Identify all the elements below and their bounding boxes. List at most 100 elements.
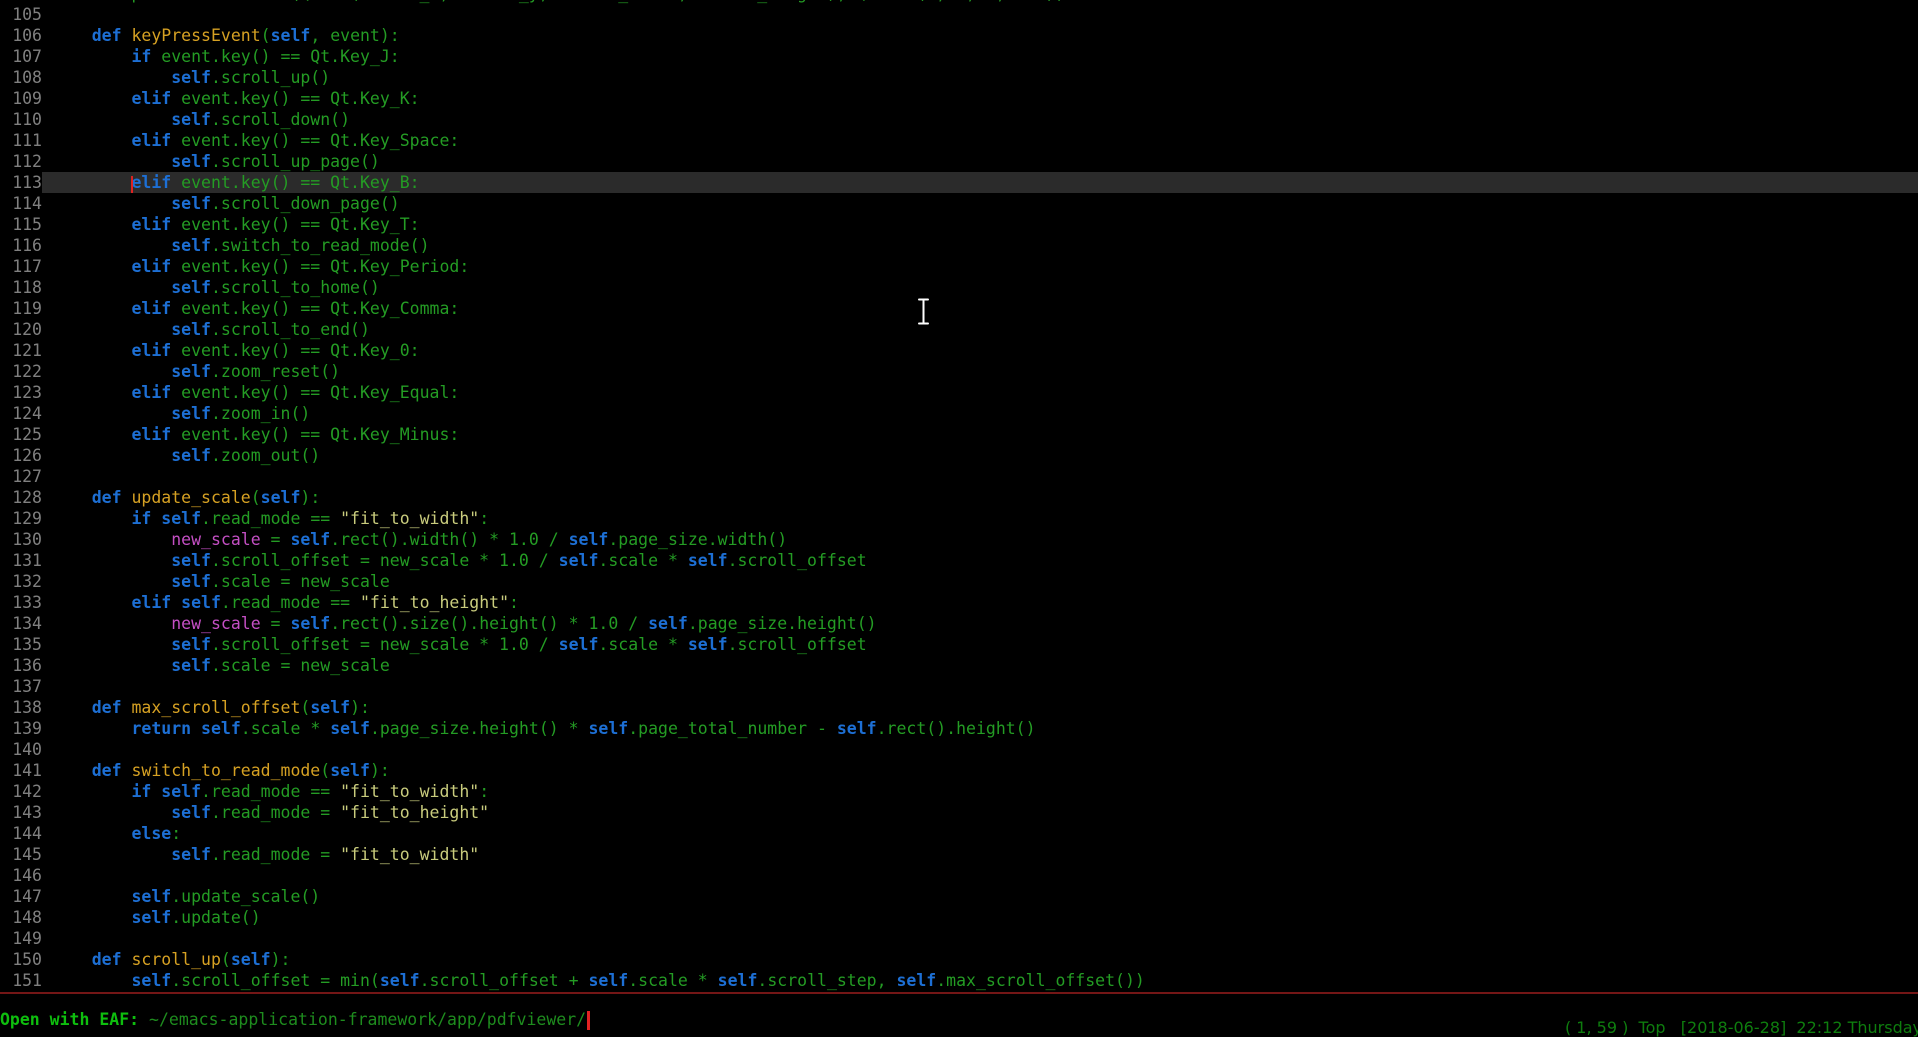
code-line-text (42, 865, 1918, 886)
code-line[interactable]: 114 self.scroll_down_page() (0, 193, 1918, 214)
line-number: 120 (0, 319, 42, 340)
code-line[interactable]: 137 (0, 676, 1918, 697)
line-number: 122 (0, 361, 42, 382)
code-line[interactable]: 136 self.scale = new_scale (0, 655, 1918, 676)
code-line[interactable]: 144 else: (0, 823, 1918, 844)
code-line[interactable]: 150 def scroll_up(self): (0, 949, 1918, 970)
code-line[interactable]: 139 return self.scale * self.page_size.h… (0, 718, 1918, 739)
code-line-text: elif event.key() == Qt.Key_0: (42, 340, 1918, 361)
code-line[interactable]: 119 elif event.key() == Qt.Key_Comma: (0, 298, 1918, 319)
code-line[interactable]: 146 (0, 865, 1918, 886)
code-line[interactable]: 135 self.scroll_offset = new_scale * 1.0… (0, 634, 1918, 655)
code-line-text: self.scroll_to_home() (42, 277, 1918, 298)
code-line[interactable]: 125 elif event.key() == Qt.Key_Minus: (0, 424, 1918, 445)
code-line-text: if self.read_mode == "fit_to_width": (42, 781, 1918, 802)
code-line[interactable]: 133 elif self.read_mode == "fit_to_heigh… (0, 592, 1918, 613)
code-line[interactable]: 130 new_scale = self.rect().width() * 1.… (0, 529, 1918, 550)
line-number: 110 (0, 109, 42, 130)
line-number: 118 (0, 277, 42, 298)
code-line[interactable]: 141 def switch_to_read_mode(self): (0, 760, 1918, 781)
minibuffer-line: Open with EAF: ~/emacs-application-frame… (0, 1009, 590, 1031)
code-line-text: self.update() (42, 907, 1918, 928)
minibuffer[interactable]: Open with EAF: ~/emacs-application-frame… (0, 994, 1918, 1037)
code-line[interactable]: 149 (0, 928, 1918, 949)
code-line[interactable]: 116 self.switch_to_read_mode() (0, 235, 1918, 256)
line-number: 137 (0, 676, 42, 697)
code-line-text: if self.read_mode == "fit_to_width": (42, 508, 1918, 529)
line-number: 135 (0, 634, 42, 655)
line-number: 105 (0, 4, 42, 25)
code-line[interactable]: 107 if event.key() == Qt.Key_J: (0, 46, 1918, 67)
code-line[interactable]: 151 self.scroll_offset = min(self.scroll… (0, 970, 1918, 991)
line-number: 123 (0, 382, 42, 403)
code-line[interactable]: 128 def update_scale(self): (0, 487, 1918, 508)
code-line[interactable]: 127 (0, 466, 1918, 487)
code-line[interactable]: 108 self.scroll_up() (0, 67, 1918, 88)
code-line-text: self.scroll_down() (42, 109, 1918, 130)
code-line[interactable]: 113 elif event.key() == Qt.Key_B: (0, 172, 1918, 193)
code-line-text: elif event.key() == Qt.Key_Comma: (42, 298, 1918, 319)
line-number: 150 (0, 949, 42, 970)
line-number: 149 (0, 928, 42, 949)
code-line-text: def keyPressEvent(self, event): (42, 25, 1918, 46)
code-line[interactable]: 138 def max_scroll_offset(self): (0, 697, 1918, 718)
line-number: 109 (0, 88, 42, 109)
line-number: 130 (0, 529, 42, 550)
code-line-text (42, 739, 1918, 760)
line-number: 116 (0, 235, 42, 256)
code-line-text: self.update_scale() (42, 886, 1918, 907)
code-line-text: if event.key() == Qt.Key_J: (42, 46, 1918, 67)
code-line-text: self.scroll_offset = min(self.scroll_off… (42, 970, 1918, 991)
code-line[interactable]: 120 self.scroll_to_end() (0, 319, 1918, 340)
code-line-text: self.read_mode = "fit_to_height" (42, 802, 1918, 823)
line-number: 113 (0, 172, 42, 193)
line-number: 139 (0, 718, 42, 739)
code-buffer[interactable]: painter.drawRect(QRect(render_x, render_… (0, 0, 1918, 991)
minibuffer-text-cursor (587, 1011, 590, 1030)
code-line[interactable]: 126 self.zoom_out() (0, 445, 1918, 466)
code-line[interactable]: 121 elif event.key() == Qt.Key_0: (0, 340, 1918, 361)
code-line[interactable]: 118 self.scroll_to_home() (0, 277, 1918, 298)
code-line[interactable]: 131 self.scroll_offset = new_scale * 1.0… (0, 550, 1918, 571)
code-line[interactable]: 129 if self.read_mode == "fit_to_width": (0, 508, 1918, 529)
code-line-text: self.scale = new_scale (42, 655, 1918, 676)
line-number: 144 (0, 823, 42, 844)
code-line[interactable]: 134 new_scale = self.rect().size().heigh… (0, 613, 1918, 634)
code-line-text: self.zoom_in() (42, 403, 1918, 424)
code-line[interactable]: 124 self.zoom_in() (0, 403, 1918, 424)
code-line-text (42, 676, 1918, 697)
code-line[interactable]: 110 self.scroll_down() (0, 109, 1918, 130)
minibuffer-input[interactable]: ~/emacs-application-framework/app/pdfvie… (149, 1010, 586, 1029)
code-line-text: new_scale = self.rect().width() * 1.0 / … (42, 529, 1918, 550)
code-line[interactable]: 147 self.update_scale() (0, 886, 1918, 907)
line-number: 106 (0, 25, 42, 46)
code-line-text (42, 928, 1918, 949)
line-number: 131 (0, 550, 42, 571)
code-line-text: self.scroll_up_page() (42, 151, 1918, 172)
line-number: 138 (0, 697, 42, 718)
code-line-text: elif event.key() == Qt.Key_Period: (42, 256, 1918, 277)
code-line-text: self.zoom_reset() (42, 361, 1918, 382)
code-line[interactable]: 140 (0, 739, 1918, 760)
code-line[interactable]: 111 elif event.key() == Qt.Key_Space: (0, 130, 1918, 151)
code-line[interactable]: 117 elif event.key() == Qt.Key_Period: (0, 256, 1918, 277)
code-line[interactable]: 142 if self.read_mode == "fit_to_width": (0, 781, 1918, 802)
line-number: 114 (0, 193, 42, 214)
code-line[interactable]: 122 self.zoom_reset() (0, 361, 1918, 382)
code-line[interactable]: 148 self.update() (0, 907, 1918, 928)
code-line[interactable]: 132 self.scale = new_scale (0, 571, 1918, 592)
code-line[interactable]: 145 self.read_mode = "fit_to_width" (0, 844, 1918, 865)
line-number: 143 (0, 802, 42, 823)
code-line-text: elif event.key() == Qt.Key_T: (42, 214, 1918, 235)
line-number: 141 (0, 760, 42, 781)
line-number: 127 (0, 466, 42, 487)
code-line[interactable]: 106 def keyPressEvent(self, event): (0, 25, 1918, 46)
code-line[interactable]: 112 self.scroll_up_page() (0, 151, 1918, 172)
code-line[interactable]: 109 elif event.key() == Qt.Key_K: (0, 88, 1918, 109)
code-line-text: self.scale = new_scale (42, 571, 1918, 592)
code-line[interactable]: 115 elif event.key() == Qt.Key_T: (0, 214, 1918, 235)
line-number: 151 (0, 970, 42, 991)
code-line[interactable]: 123 elif event.key() == Qt.Key_Equal: (0, 382, 1918, 403)
code-line[interactable]: 105 (0, 4, 1918, 25)
code-line[interactable]: 143 self.read_mode = "fit_to_height" (0, 802, 1918, 823)
